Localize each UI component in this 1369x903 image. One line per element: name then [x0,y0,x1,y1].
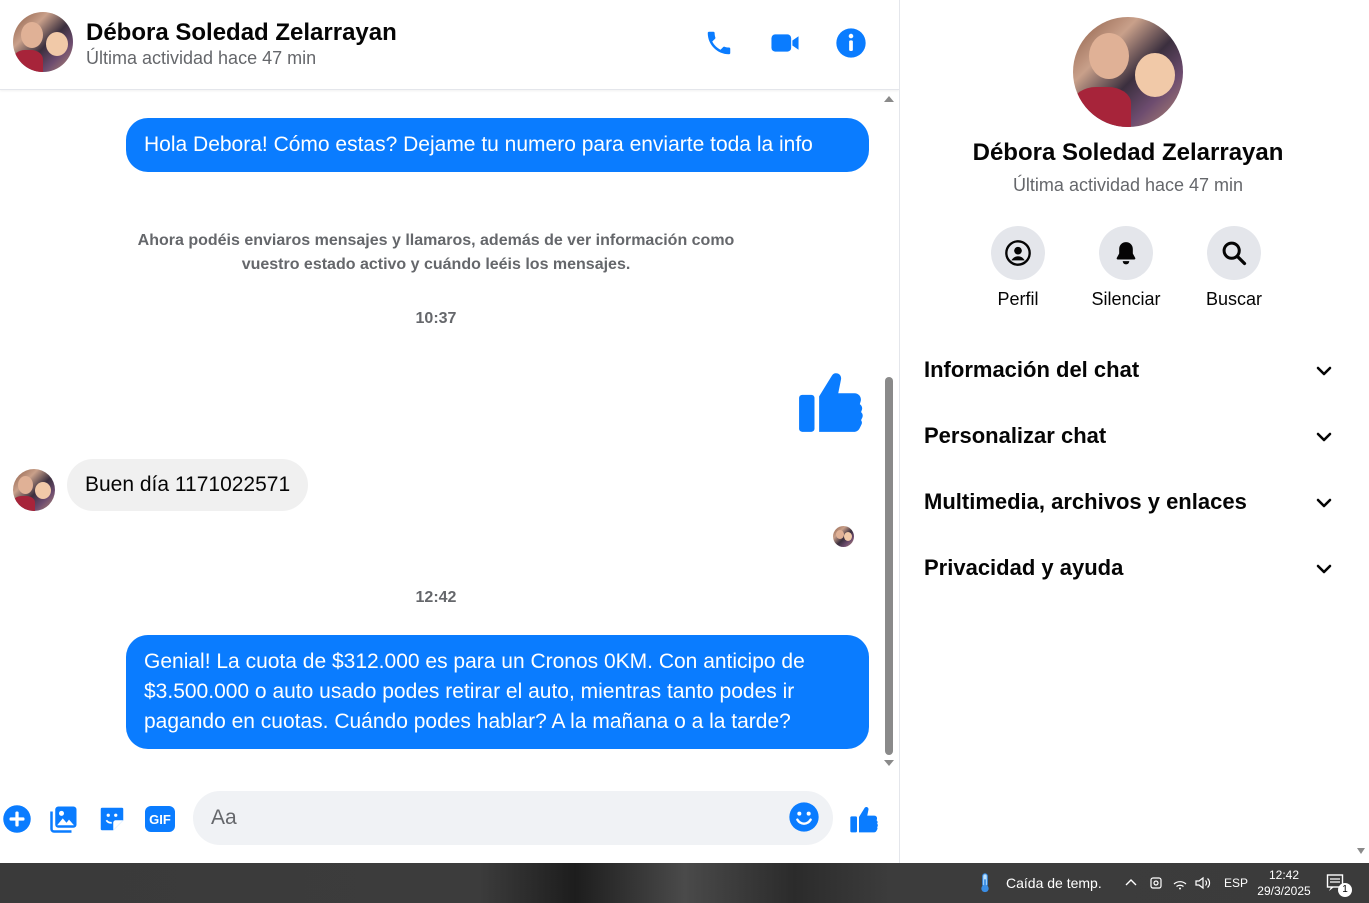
incoming-message[interactable]: Buen día 1171022571 [67,459,309,511]
contact-name[interactable]: Débora Soledad Zelarrayan [86,19,397,47]
profile-action[interactable]: Perfil [973,226,1063,310]
system-notice: Ahora podéis enviaros mensajes y llamaro… [137,232,735,273]
scroll-down-arrow[interactable] [884,760,894,766]
notification-count: 1 [1338,883,1352,897]
section-title: Multimedia, archivos y enlaces [924,489,1247,514]
message-input-container [193,791,833,845]
contact-avatar[interactable] [13,12,73,72]
chevron-down-icon [1316,498,1332,508]
phone-icon [707,31,731,55]
mute-action-label: Silenciar [1091,289,1161,309]
chevron-down-icon [1316,432,1332,442]
bell-icon [1116,242,1136,265]
chat-info-panel: Débora Soledad Zelarrayan Última activid… [899,0,1369,863]
search-action-label: Buscar [1205,289,1263,309]
sender-avatar[interactable] [13,469,55,511]
volume-tray[interactable] [1194,863,1212,903]
mute-action[interactable]: Silenciar [1081,226,1171,310]
more-actions-button[interactable] [0,802,34,836]
video-call-button[interactable] [768,26,802,60]
chat-pane: Débora Soledad Zelarrayan Última activid… [0,0,899,863]
sticker-button[interactable] [95,802,129,836]
windows-taskbar: Caída de temp. ESP 12:42 29/3/2025 1 [0,863,1369,903]
send-like-button[interactable] [848,802,882,836]
chat-header: Débora Soledad Zelarrayan Última activid… [0,0,899,90]
chevron-down-icon [1316,564,1332,574]
section-chat-info[interactable]: Información del chat [924,351,1334,391]
image-icon [50,806,77,833]
contact-status: Última actividad hace 47 min [86,48,317,68]
clock-date: 29/3/2025 [1257,884,1311,898]
system-clock[interactable]: 12:42 29/3/2025 [1252,867,1316,899]
outgoing-message[interactable]: Hola Debora! Cómo estas? Dejame tu numer… [126,118,869,172]
thumbs-up-icon [850,807,878,833]
emoji-icon [789,802,819,832]
clock-time: 12:42 [1268,868,1300,882]
section-title: Privacidad y ayuda [924,555,1124,580]
language-indicator[interactable]: ESP [1224,863,1248,903]
search-icon [1222,241,1247,266]
search-action[interactable]: Buscar [1189,226,1279,310]
network-tray[interactable] [1172,863,1188,903]
wifi-icon [1173,881,1187,890]
thumbs-up-icon [799,373,863,432]
video-camera-icon [771,34,799,52]
meet-now-tray[interactable] [1148,863,1164,903]
section-title: Información del chat [924,357,1140,382]
profile-icon [1005,240,1031,266]
chevron-down-icon [1316,366,1332,376]
message-list[interactable]: Hola Debora! Cómo estas? Dejame tu numer… [0,91,880,771]
info-contact-status: Última actividad hace 47 min [1012,175,1244,195]
timestamp: 10:37 [415,310,457,327]
plus-icon [3,805,31,833]
weather-text: Caída de temp. [1006,875,1102,891]
section-title: Personalizar chat [924,423,1107,448]
call-button[interactable] [702,26,736,60]
messenger-window: Débora Soledad Zelarrayan Última activid… [0,0,1369,863]
gif-button[interactable]: GIF [143,802,177,836]
scroll-thumb[interactable] [885,377,893,755]
outgoing-message[interactable]: Genial! La cuota de $312.000 es para un … [126,635,869,749]
speaker-icon [1195,876,1211,890]
emoji-button[interactable] [788,801,822,835]
notification-center-button[interactable]: 1 [1326,863,1352,903]
scroll-up-arrow[interactable] [884,96,894,102]
thumbs-up-reaction[interactable] [796,363,870,439]
contact-profile-photo[interactable] [1073,17,1183,127]
section-privacy-help[interactable]: Privacidad y ayuda [924,549,1334,589]
camera-tray-icon [1150,877,1162,889]
message-scrollbar[interactable] [880,92,898,772]
sticker-icon [100,807,124,831]
language-text: ESP [1224,876,1249,890]
message-composer: GIF [0,780,899,860]
info-icon [836,28,866,58]
message-input[interactable] [211,803,771,833]
chat-info-button[interactable] [834,26,868,60]
gif-icon: GIF [145,806,175,832]
chevron-up-icon [1125,879,1137,886]
weather-widget[interactable]: Caída de temp. [974,863,1102,903]
profile-action-label: Perfil [997,289,1039,309]
info-scroll-down-arrow[interactable] [1357,848,1365,854]
timestamp: 12:42 [415,589,457,606]
show-hidden-icons[interactable] [1124,863,1138,903]
thermometer-icon [981,873,989,893]
attach-image-button[interactable] [47,802,81,836]
info-contact-name: Débora Soledad Zelarrayan [972,139,1284,166]
section-customize-chat[interactable]: Personalizar chat [924,417,1334,457]
seen-indicator-avatar [833,526,854,547]
section-media-files-links[interactable]: Multimedia, archivos y enlaces [924,483,1334,523]
